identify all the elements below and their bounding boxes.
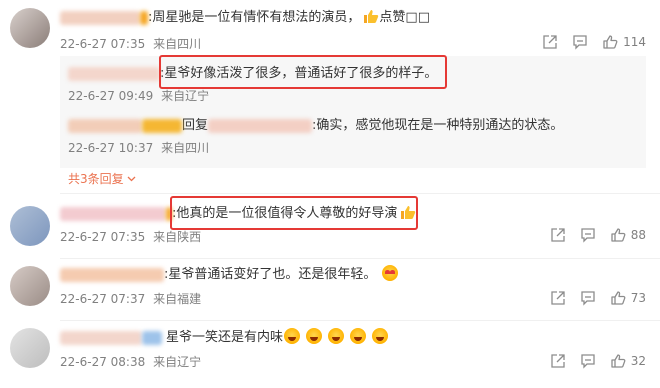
share-icon (551, 354, 565, 368)
comment-text: :星爷普通话变好了也。还是很年轻。 (60, 265, 399, 285)
username-redacted[interactable] (68, 66, 160, 81)
like-icon (611, 291, 626, 305)
username-redacted[interactable] (68, 118, 142, 133)
comment-meta: 22-6-27 07:35 来自陕西 (60, 229, 205, 245)
like-button[interactable]: 32 (610, 353, 646, 369)
comment-date: 22-6-27 08:38 (60, 355, 146, 369)
username-redacted[interactable] (60, 267, 164, 282)
username-redacted[interactable] (60, 10, 140, 25)
comment-body: :星爷普通话变好了也。还是很年轻。 (164, 267, 377, 282)
crying-laughing-emoji (372, 328, 389, 344)
comment-date: 22-6-27 07:35 (60, 37, 146, 51)
comment-meta: 22-6-27 08:38 来自辽宁 (60, 354, 205, 370)
comment-text: 星爷一笑还是有内味 (60, 328, 389, 348)
comment-meta: 22-6-27 07:35 来自四川 (60, 36, 205, 52)
more-replies-link[interactable]: 共3条回复 (68, 170, 136, 187)
share-icon (551, 228, 565, 242)
share-icon (551, 291, 565, 305)
comment-item: :周星驰是一位有情怀有想法的演员， 点赞□□ 22-6-27 07:35 来自四川… (0, 0, 660, 196)
reply-date: 22-6-27 10:37 (68, 141, 154, 155)
comment-date: 22-6-27 07:37 (60, 292, 146, 306)
divider (60, 193, 660, 194)
comment-date: 22-6-27 07:35 (60, 230, 146, 244)
highlight-box (159, 55, 447, 89)
like-button[interactable]: 88 (610, 227, 646, 243)
comment-body-suffix: 点赞 (379, 10, 406, 25)
share-button[interactable] (550, 290, 566, 306)
reply-body: :确实，感觉他现在是一种特别通达的状态。 (312, 118, 564, 133)
comment-icon (581, 228, 595, 243)
like-icon (611, 228, 626, 242)
like-count: 73 (630, 291, 646, 305)
comment-location: 来自辽宁 (153, 355, 202, 369)
like-count: 88 (630, 228, 646, 242)
chevron-down-icon (128, 176, 136, 182)
comment-location: 来自陕西 (153, 230, 202, 244)
comment-button[interactable] (572, 34, 588, 50)
avatar[interactable] (10, 328, 50, 368)
like-count: 32 (630, 354, 646, 368)
crying-laughing-emoji (350, 328, 367, 344)
reply-location: 来自辽宁 (161, 89, 210, 103)
crying-laughing-emoji (328, 328, 345, 344)
share-button[interactable] (550, 353, 566, 369)
reply-text: 回复 :确实，感觉他现在是一种特别通达的状态。 (68, 116, 563, 136)
share-button[interactable] (550, 227, 566, 243)
crying-laughing-emoji (306, 328, 323, 344)
reply-prefix: 回复 (182, 118, 209, 133)
username-redacted[interactable] (60, 330, 142, 345)
reply-meta: 22-6-27 10:37 来自四川 (68, 140, 213, 156)
like-count: 114 (623, 35, 646, 49)
comment-actions: 114 (542, 34, 646, 50)
comment-location: 来自四川 (153, 37, 202, 51)
comment-icon (581, 291, 595, 306)
heart-eyes-emoji (382, 265, 399, 281)
like-button[interactable]: 73 (610, 290, 646, 306)
comment-item: :星爷普通话变好了也。还是很年轻。 22-6-27 07:37 来自福建 73 (0, 260, 660, 320)
comment-button[interactable] (580, 353, 596, 369)
thumbs-up-emoji (362, 9, 379, 24)
comment-actions: 73 (550, 290, 646, 306)
comment-icon (573, 35, 587, 50)
comment-item: :他真的是一位很值得令人尊敬的好导演 22-6-27 07:35 来自陕西 88 (0, 196, 660, 258)
share-icon (543, 35, 557, 49)
avatar[interactable] (10, 8, 50, 48)
crying-laughing-emoji (284, 328, 301, 344)
comment-button[interactable] (580, 227, 596, 243)
like-button[interactable]: 114 (602, 34, 646, 50)
comment-actions: 32 (550, 353, 646, 369)
like-icon (603, 35, 618, 49)
highlight-box (170, 196, 418, 230)
avatar[interactable] (10, 206, 50, 246)
avatar[interactable] (10, 266, 50, 306)
comment-location: 来自福建 (153, 292, 202, 306)
like-icon (611, 354, 626, 368)
comment-item: 星爷一笑还是有内味 22-6-27 08:38 来自辽宁 32 (0, 322, 660, 388)
divider (60, 320, 660, 321)
divider (60, 258, 660, 259)
reply-date: 22-6-27 09:49 (68, 89, 154, 103)
comment-text: :周星驰是一位有情怀有想法的演员， 点赞□□ (60, 8, 430, 28)
username-redacted[interactable] (60, 206, 166, 221)
comment-button[interactable] (580, 290, 596, 306)
comment-icon (581, 354, 595, 369)
comment-meta: 22-6-27 07:37 来自福建 (60, 291, 205, 307)
comment-body: :周星驰是一位有情怀有想法的演员， (148, 10, 361, 25)
username-redacted[interactable] (208, 118, 313, 133)
share-button[interactable] (542, 34, 558, 50)
reply-location: 来自四川 (161, 141, 210, 155)
comment-actions: 88 (550, 227, 646, 243)
reply-meta: 22-6-27 09:49 来自辽宁 (68, 88, 213, 104)
comment-body: 星爷一笑还是有内味 (166, 330, 284, 345)
